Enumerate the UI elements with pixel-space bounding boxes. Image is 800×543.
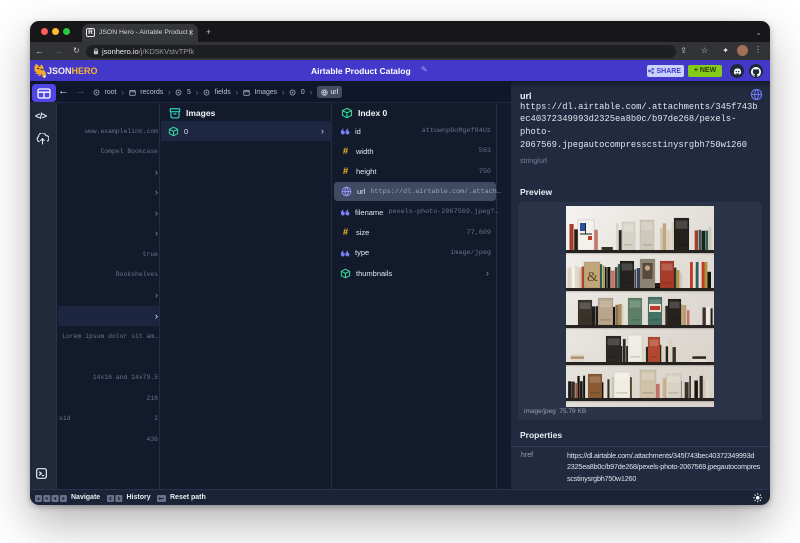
svg-text:&: &: [587, 270, 598, 285]
